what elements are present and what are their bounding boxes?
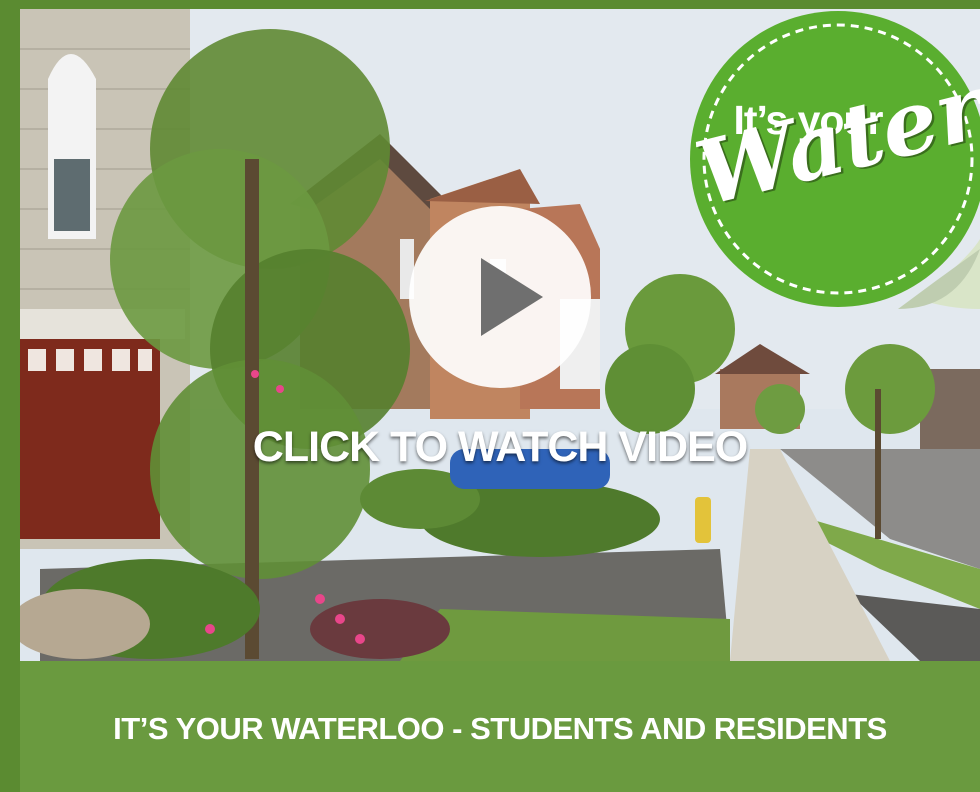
its-your-waterloo-logo: It’s your Waterloo [668,9,980,339]
play-icon [481,258,543,336]
video-thumbnail[interactable]: CLICK TO WATCH VIDEO It’s your Waterloo [20,9,980,661]
card-border-left [0,0,20,792]
video-title[interactable]: IT’S YOUR WATERLOO - STUDENTS AND RESIDE… [20,711,980,747]
watch-video-label[interactable]: CLICK TO WATCH VIDEO [20,423,980,472]
play-button[interactable] [409,206,591,388]
video-card[interactable]: CLICK TO WATCH VIDEO It’s your Waterloo … [0,0,980,792]
card-border-top [0,0,980,9]
card-footer: IT’S YOUR WATERLOO - STUDENTS AND RESIDE… [20,661,980,792]
